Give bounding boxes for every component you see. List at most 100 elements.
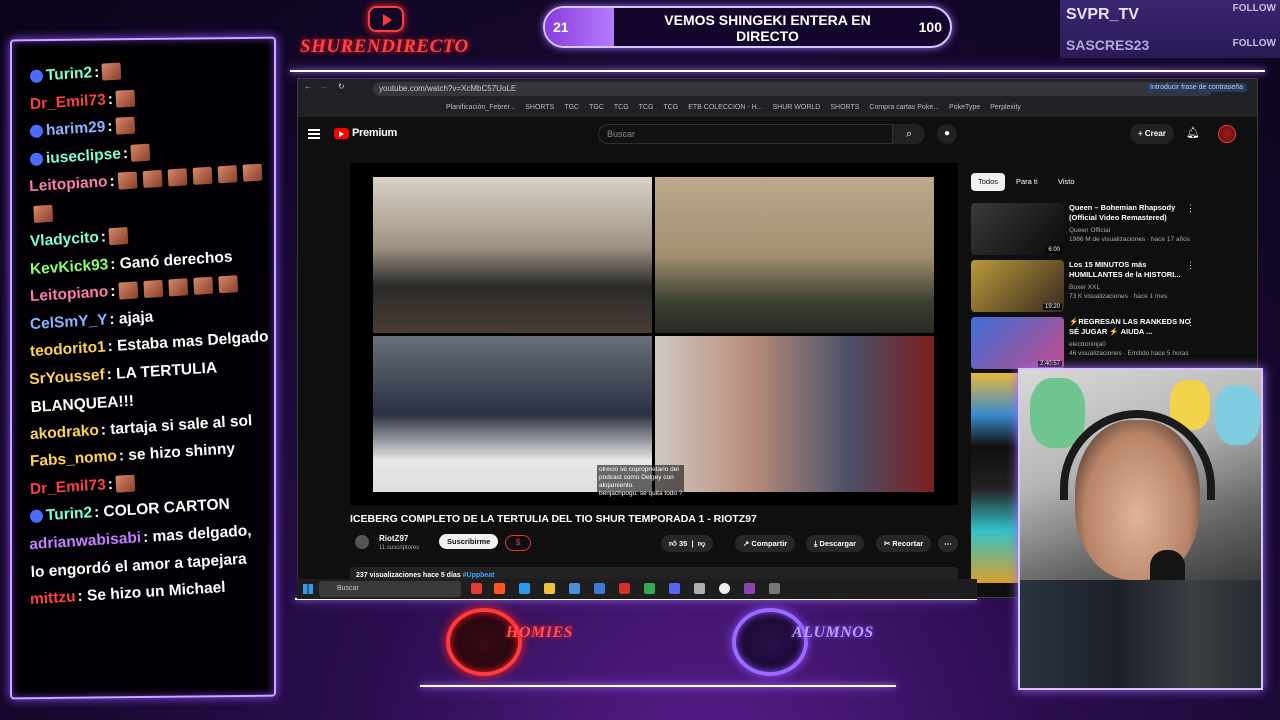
emote-icon: [101, 62, 122, 82]
app-icon[interactable]: [619, 583, 630, 594]
rec-channel[interactable]: Boxer XXL: [1069, 284, 1100, 291]
avatar[interactable]: [1218, 125, 1236, 143]
video-player[interactable]: olrecio se coproprietario del podcast co…: [350, 163, 958, 505]
chat-username[interactable]: CelSmY_Y: [30, 311, 108, 333]
more-icon[interactable]: ⋮: [1186, 203, 1195, 214]
rec-channel[interactable]: electroninja0: [1069, 341, 1106, 348]
share-button[interactable]: ↗ Compartir: [735, 535, 796, 552]
rec-thumbnail[interactable]: 19:20: [971, 260, 1064, 312]
forward-icon[interactable]: →: [320, 82, 328, 91]
more-icon[interactable]: ⋮: [1186, 317, 1195, 328]
chat-username[interactable]: Dr_Emil73: [30, 91, 107, 113]
app-icon[interactable]: [644, 583, 655, 594]
chat-username[interactable]: Leitopiano: [29, 173, 108, 195]
rec-title[interactable]: Los 15 MINUTOS más HUMILLANTES de la HIS…: [1069, 260, 1199, 280]
app-icon[interactable]: [669, 583, 680, 594]
user-badge-icon: [29, 69, 44, 84]
clip-button[interactable]: ✂ Recortar: [876, 535, 932, 552]
chat-username[interactable]: Fabs_nomo: [30, 448, 118, 470]
reload-icon[interactable]: ↻: [338, 82, 345, 91]
chat-username[interactable]: teodorito1: [30, 338, 107, 360]
rec-meta: 1986 M de visualizaciones · hace 17 años: [1069, 236, 1191, 243]
taskbar-search[interactable]: Buscar: [319, 581, 461, 597]
more-icon[interactable]: ⋯: [938, 535, 958, 552]
youtube-logo-icon[interactable]: [334, 128, 349, 139]
rec-channel[interactable]: Queen Official: [1069, 227, 1110, 234]
rec-thumbnail[interactable]: 2:40:57: [971, 317, 1064, 369]
url-field[interactable]: youtube.com/watch?v=XcMbC57UoLE: [373, 82, 1213, 96]
bookmark-item[interactable]: SHUR WORLD: [773, 104, 821, 111]
money-icon[interactable]: $: [505, 535, 531, 551]
mic-icon[interactable]: ●: [937, 124, 957, 144]
rec-title[interactable]: Queen – Bohemian Rhapsody (Official Vide…: [1069, 203, 1199, 223]
channel-name[interactable]: RiotZ97: [379, 534, 408, 543]
recommendation-item[interactable]: 6:00 Queen – Bohemian Rhapsody (Official …: [971, 203, 1241, 257]
back-icon[interactable]: ←: [304, 82, 312, 91]
menu-icon[interactable]: [308, 129, 320, 139]
channel-avatar[interactable]: [355, 535, 369, 549]
rec-duration: 6:00: [1046, 247, 1062, 253]
recommendation-item[interactable]: 19:20 Los 15 MINUTOS más HUMILLANTES de l…: [971, 260, 1241, 314]
chat-username[interactable]: harim29: [46, 118, 106, 139]
chat-username[interactable]: adrianwabisabi: [29, 529, 142, 553]
bookmark-item[interactable]: SHORTS: [830, 104, 859, 111]
video-tile: [655, 177, 934, 333]
chip-all[interactable]: Todos: [971, 173, 1006, 191]
chat-username[interactable]: iuseclipse: [46, 145, 122, 167]
app-icon[interactable]: [519, 583, 530, 594]
bookmark-item[interactable]: Compra cartas Poke...: [869, 104, 939, 111]
chat-text: :: [109, 172, 116, 191]
app-icon[interactable]: [471, 583, 482, 594]
bookmark-item[interactable]: Perplexity: [990, 104, 1021, 111]
recent-follows-panel: SVPR_TV FOLLOW SASCRES23 FOLLOW: [1060, 0, 1280, 58]
app-icon[interactable]: [694, 583, 705, 594]
recommendation-item[interactable]: 2:40:57 ⚡REGRESAN LAS RANKEDS NO SÉ JUGAR…: [971, 317, 1241, 371]
app-icon[interactable]: [544, 583, 555, 594]
follow-tag: FOLLOW: [1232, 3, 1276, 14]
plush-decoration: [1215, 385, 1260, 445]
app-icon[interactable]: [769, 583, 780, 594]
subscribe-button[interactable]: Suscribirme: [439, 534, 499, 549]
dislike-icon[interactable]: 👎︎: [698, 539, 706, 548]
bookmark-item[interactable]: SHORTS: [525, 104, 554, 111]
chat-username[interactable]: Leitopiano: [30, 283, 109, 305]
create-button[interactable]: + Crear: [1130, 124, 1174, 144]
premium-label[interactable]: Premium: [352, 127, 397, 139]
app-icon[interactable]: [594, 583, 605, 594]
download-button[interactable]: ⤓ Descargar: [806, 535, 865, 552]
app-icon[interactable]: [569, 583, 580, 594]
more-icon[interactable]: ⋮: [1186, 260, 1195, 271]
chat-username[interactable]: SrYoussef: [29, 366, 105, 388]
bookmark-item[interactable]: TCG: [614, 104, 629, 111]
search-input[interactable]: Buscar: [598, 124, 893, 144]
app-icon[interactable]: [494, 583, 505, 594]
chat-username[interactable]: KevKick93: [30, 256, 109, 278]
password-hint[interactable]: Introducir frase de contraseña: [1146, 83, 1247, 92]
chat-username[interactable]: Turin2: [46, 504, 93, 524]
chip-watched[interactable]: Visto: [1051, 173, 1082, 191]
search-icon[interactable]: ⌕: [893, 124, 925, 144]
bell-icon[interactable]: 🔔︎: [1186, 126, 1200, 139]
bookmark-item[interactable]: ETB COLECCION - H...: [688, 104, 762, 111]
app-icon[interactable]: [719, 583, 730, 594]
chip-for-you[interactable]: Para ti: [1009, 173, 1045, 191]
bookmark-item[interactable]: PokeType: [949, 104, 980, 111]
rec-thumb-extra[interactable]: [971, 373, 1018, 583]
bookmark-item[interactable]: TGC: [564, 104, 579, 111]
bookmarks-bar: Planificación_Febrer... SHORTS TGC TGC TCG TC…: [298, 99, 1257, 117]
app-icon[interactable]: [744, 583, 755, 594]
bookmark-item[interactable]: TCG: [639, 104, 654, 111]
windows-start-icon[interactable]: [303, 584, 313, 594]
chat-username[interactable]: Vladycito: [30, 229, 100, 250]
like-button[interactable]: 👍︎ 35 | 👎︎: [661, 535, 714, 552]
chat-username[interactable]: akodrako: [30, 421, 100, 442]
rec-title[interactable]: ⚡REGRESAN LAS RANKEDS NO SÉ JUGAR ⚡ AIUD…: [1069, 317, 1199, 337]
chat-username[interactable]: Turin2: [46, 64, 93, 84]
chat-username[interactable]: Dr_Emil73: [30, 476, 107, 498]
bookmark-item[interactable]: TCG: [663, 104, 678, 111]
bookmark-item[interactable]: TGC: [589, 104, 604, 111]
rec-thumbnail[interactable]: 6:00: [971, 203, 1064, 255]
chat-username[interactable]: mittzu: [30, 588, 76, 608]
bookmark-item[interactable]: Planificación_Febrer...: [446, 104, 515, 111]
hashtag[interactable]: #Uppbeat: [463, 572, 495, 579]
